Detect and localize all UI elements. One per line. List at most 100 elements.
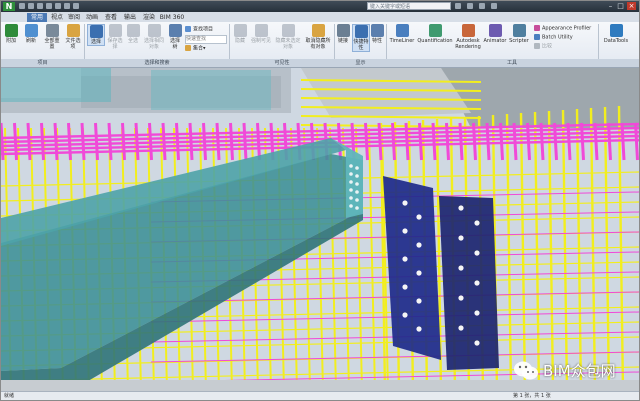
rebar-stirrup (26, 122, 32, 161)
sets-icon (185, 45, 191, 51)
selection-tree-button[interactable]: 选择树 (168, 24, 182, 50)
tab-home[interactable]: 常用 (27, 13, 47, 22)
select-button[interactable]: 选择 (87, 24, 105, 46)
anchor-bolt (402, 228, 408, 234)
sign-in-icon[interactable] (467, 3, 473, 9)
save-selection-button[interactable]: 保存选择 (107, 24, 123, 50)
file-options-button[interactable]: 文件选项 (64, 24, 82, 50)
unhide-all-button[interactable]: 取消隐藏所有对象 (304, 24, 332, 50)
select-all-icon (126, 24, 140, 37)
sets-dropdown[interactable]: 集合▾ (185, 45, 206, 53)
quantification-icon (428, 24, 442, 37)
quick-find-input[interactable]: 快速查找 (185, 35, 227, 44)
datatools-button[interactable]: DataTools (601, 24, 631, 44)
animator-button[interactable]: Animator (483, 24, 507, 44)
tab-output[interactable]: 输出 (122, 13, 138, 22)
links-button[interactable]: 链接 (336, 24, 350, 44)
beam-bolt (349, 204, 353, 208)
scripter-icon (512, 24, 526, 37)
unhide-all-icon (311, 24, 325, 37)
print-icon[interactable] (46, 3, 52, 9)
rebar-stirrup (593, 122, 599, 161)
tab-animation[interactable]: 动画 (84, 13, 100, 22)
rebar-stirrup (175, 122, 180, 161)
hide-button[interactable]: 隐藏 (232, 24, 248, 44)
select-all-button[interactable]: 全选 (126, 24, 140, 44)
batch-utility-button[interactable]: Batch Utility (534, 34, 573, 42)
file-options-icon (66, 24, 80, 37)
properties-icon (370, 24, 384, 37)
select-same-button[interactable]: 选择相同对象 (143, 24, 165, 50)
rebar-stirrup (526, 122, 531, 161)
panel-label-select-search[interactable]: 选择和搜索 (85, 59, 229, 67)
timeliner-button[interactable]: TimeLiner (388, 24, 416, 44)
app-logo[interactable]: N (3, 2, 15, 11)
append-button[interactable]: 附加 (4, 24, 18, 44)
exchange-icon[interactable] (479, 3, 485, 9)
tab-render[interactable]: 渲染 (141, 13, 157, 22)
properties-button[interactable]: 特性 (370, 24, 384, 44)
ribbon-panel-labels: 项目 选择和搜索 可见性 显示 工具 (1, 59, 639, 68)
compare-button[interactable]: 比较 (534, 43, 552, 51)
embedded-plate (439, 196, 499, 370)
tab-bim360[interactable]: BIM 360 (159, 13, 185, 22)
beam-bolt (355, 206, 359, 210)
beam-bolt (349, 172, 353, 176)
rebar-stirrup (566, 122, 572, 161)
quick-access-more-icon[interactable] (73, 3, 79, 9)
maximize-icon[interactable]: □ (616, 2, 625, 10)
rebar-stirrup (80, 122, 86, 161)
anchor-bolt (458, 235, 464, 241)
close-icon[interactable]: × (627, 2, 636, 10)
help-search-input[interactable]: 键入关键字或短语 (367, 2, 451, 10)
status-bar: 就绪 第 1 张，共 1 张 (1, 391, 639, 400)
require-button[interactable]: 强制可见 (251, 24, 271, 44)
search-icon[interactable] (455, 3, 461, 9)
scripter-button[interactable]: Scripter (508, 24, 530, 44)
quick-properties-button[interactable]: 快捷特性 (352, 24, 370, 52)
tab-review[interactable]: 审阅 (66, 13, 82, 22)
links-icon (336, 24, 350, 37)
tab-viewpoint[interactable]: 视点 (49, 13, 65, 22)
undo-icon[interactable] (55, 3, 61, 9)
rebar-stirrup (67, 122, 72, 161)
beam-bolt (349, 196, 353, 200)
help-icon[interactable] (491, 3, 497, 9)
anchor-bolt (402, 312, 408, 318)
rebar-stirrup (553, 122, 558, 161)
quantification-button[interactable]: Quantification (416, 24, 454, 44)
hide-unselected-icon (281, 24, 295, 37)
rebar-stirrup (229, 122, 234, 161)
rebar-stirrup (404, 122, 410, 161)
beam-bolt (355, 174, 359, 178)
anchor-bolt (458, 265, 464, 271)
panel-label-project[interactable]: 项目 (1, 59, 84, 67)
cursor-icon (89, 25, 103, 38)
anchor-bolt (474, 250, 480, 256)
redo-icon[interactable] (64, 3, 70, 9)
3d-viewport[interactable] (1, 68, 639, 391)
anchor-bolt (402, 284, 408, 290)
rebar-stirrup (256, 122, 261, 161)
hide-unselected-button[interactable]: 隐藏未选定对象 (274, 24, 302, 50)
anchor-bolt (474, 310, 480, 316)
refresh-button[interactable]: 刷新 (22, 24, 40, 44)
anchor-bolt (402, 200, 408, 206)
find-items-button[interactable]: 查找项目 (185, 26, 213, 34)
anchor-bolt (416, 298, 422, 304)
tab-view[interactable]: 查看 (103, 13, 119, 22)
reset-all-button[interactable]: 全部重置 (43, 24, 61, 50)
appearance-profiler-button[interactable]: Appearance Profiler (534, 25, 591, 33)
open-file-icon[interactable] (28, 3, 34, 9)
rebar-stirrup (472, 122, 477, 161)
rebar-stirrup (377, 122, 383, 161)
rendering-button[interactable]: Autodesk Rendering (455, 24, 481, 50)
rebar-stirrup (1, 122, 5, 161)
minimize-icon[interactable]: – (606, 2, 615, 10)
new-file-icon[interactable] (19, 3, 25, 9)
rebar-stirrup (418, 122, 423, 161)
rebar-stirrup (13, 122, 18, 161)
rebar-stirrup (40, 122, 45, 161)
timeliner-icon (395, 24, 409, 37)
save-icon[interactable] (37, 3, 43, 9)
